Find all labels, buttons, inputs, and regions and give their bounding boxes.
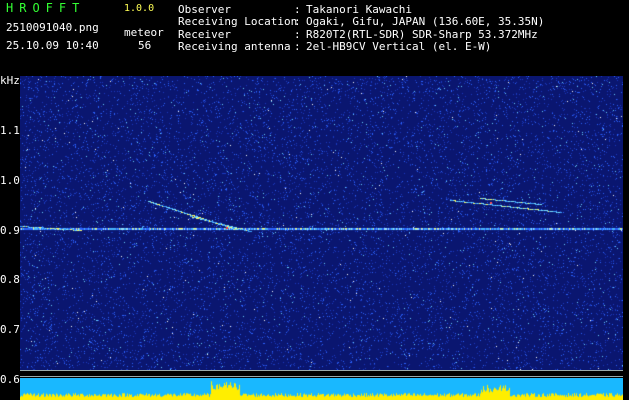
y-tick-label: 1.0 [0, 174, 20, 187]
app-title: HROFFT [6, 1, 86, 15]
y-tick-label: 0.9 [0, 224, 20, 237]
file-name: 2510091040.png [6, 21, 99, 34]
info-value-antenna: 2el-HB9CV Vertical (el. E-W) [306, 40, 492, 53]
activity-histogram [20, 378, 623, 400]
info-key-location: Receiving Location [178, 15, 298, 28]
mode-label: meteor [124, 26, 164, 39]
record-datetime: 25.10.09 10:40 [6, 39, 99, 52]
hrofft-window: HROFFT 1.0.0 2510091040.png 25.10.09 10:… [0, 0, 629, 400]
y-tick-label: 0.7 [0, 323, 20, 336]
app-version: 1.0.0 [124, 3, 155, 14]
divider-line [20, 376, 623, 377]
spectrogram [20, 76, 623, 370]
divider-line [20, 370, 623, 371]
info-value-location: Ogaki, Gifu, JAPAN (136.60E, 35.35N) [306, 15, 545, 28]
frequency-unit-label: kHz [0, 74, 20, 87]
y-tick-label: 0.6 [0, 373, 20, 386]
info-separator: : [294, 40, 301, 53]
info-separator: : [294, 15, 301, 28]
spectrogram-canvas [20, 76, 623, 370]
histogram-canvas [20, 378, 623, 400]
meteor-count: 56 [138, 39, 152, 52]
y-tick-label: 0.8 [0, 273, 20, 286]
info-key-antenna: Receiving antenna [178, 40, 291, 53]
y-tick-label: 1.1 [0, 124, 20, 137]
